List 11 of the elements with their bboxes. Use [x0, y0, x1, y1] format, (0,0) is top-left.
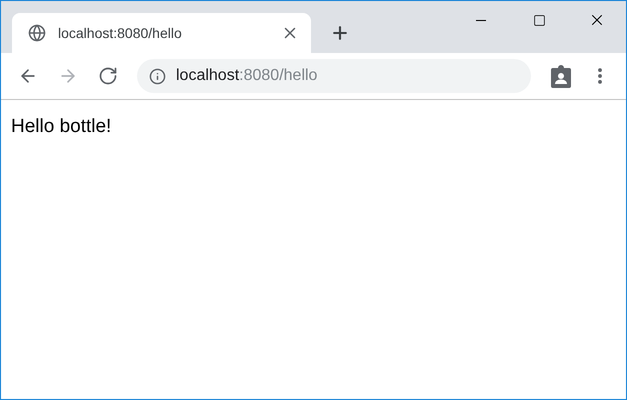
reload-icon	[98, 66, 118, 86]
address-bar[interactable]: localhost:8080/hello	[137, 59, 531, 93]
page-text: Hello bottle!	[11, 115, 112, 139]
globe-icon	[28, 24, 46, 42]
url-text: localhost:8080/hello	[176, 66, 318, 86]
new-tab-icon[interactable]	[330, 23, 350, 43]
browser-tab[interactable]: localhost:8080/hello	[12, 13, 311, 53]
info-icon	[149, 68, 166, 84]
tab-title: localhost:8080/hello	[58, 24, 183, 42]
maximize-icon	[532, 14, 546, 26]
clipboard-person-icon[interactable]	[550, 64, 572, 88]
